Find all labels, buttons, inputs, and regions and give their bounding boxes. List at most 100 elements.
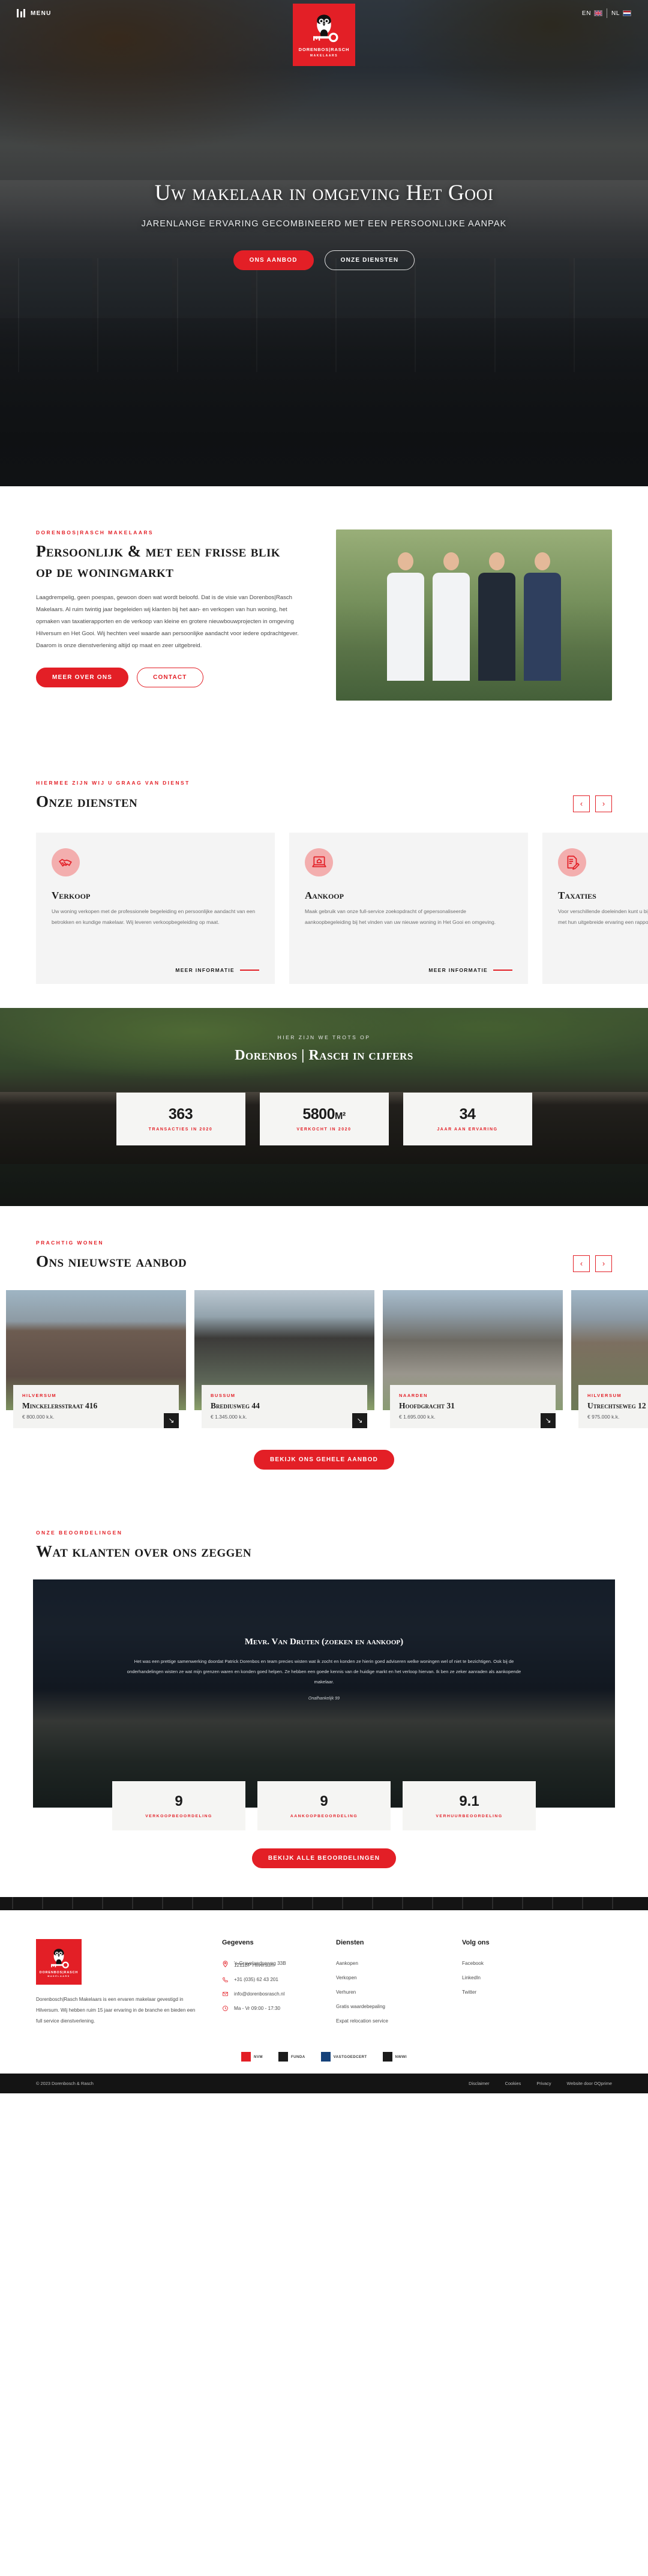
listings-cta-row: BEKIJK ONS GEHELE AANBOD	[0, 1449, 648, 1470]
reviews-cta-row: BEKIJK ALLE BEOORDELINGEN	[0, 1848, 648, 1897]
footer-social-link[interactable]: Facebook	[462, 1961, 552, 1966]
stat-value: 5800M²	[302, 1106, 346, 1123]
review-score-group: 9 VERKOOPBEOORDELING 9 AANKOOPBEOORDELIN…	[0, 1781, 648, 1831]
footer-contact-list: 's-Gravelandseweg 33B 1211BP Hilversum +…	[222, 1961, 312, 2011]
nwwi-logo-icon	[382, 2052, 392, 2062]
footer-social-link[interactable]: LinkedIn	[462, 1975, 552, 1980]
handshake-icon	[52, 848, 80, 876]
review-score-card: 9 VERKOOPBEOORDELING	[112, 1781, 245, 1831]
footer-service-link[interactable]: Verkopen	[336, 1975, 438, 1980]
cookies-link[interactable]: Cookies	[505, 2081, 521, 2086]
listings-header: PRACHTIG WONEN Ons nieuwste aanbod ‹ ›	[0, 1240, 648, 1272]
document-pen-icon	[558, 848, 586, 876]
badge-nvm: NVM	[241, 2051, 263, 2063]
review-score-value: 9	[175, 1793, 183, 1810]
privacy-link[interactable]: Privacy	[536, 2081, 551, 2086]
logo-name: DORENBOS|RASCH	[298, 47, 350, 52]
clock-icon	[222, 2006, 229, 2012]
review-score-label: VERKOOPBEOORDELING	[145, 1814, 212, 1819]
listing-arrow-icon[interactable]: ↘	[352, 1413, 367, 1428]
service-card[interactable]: Taxaties Voor verschillende doeleinden k…	[542, 832, 648, 984]
service-text: Voor verschillende doeleinden kunt u bij…	[558, 908, 648, 925]
footer-service-link[interactable]: Verhuren	[336, 1989, 438, 1995]
service-more-link[interactable]: MEER INFORMATIE	[428, 967, 512, 973]
listings-prev-button[interactable]: ‹	[573, 1255, 590, 1272]
listings-next-button[interactable]: ›	[595, 1255, 612, 1272]
services-header: HIERMEE ZIJN WIJ U GRAAG VAN DIENST Onze…	[0, 780, 648, 812]
listing-address: Brediusweg 44	[211, 1401, 260, 1410]
arrow-line-icon	[240, 970, 259, 971]
review-content: Mevr. Van Druten (zoeken en aankoop) Het…	[33, 1579, 615, 1701]
view-all-reviews-button[interactable]: BEKIJK ALLE BEOORDELINGEN	[251, 1848, 397, 1869]
homepage: MENU EN NL DORENBOS|RASCH MAKELAARS Uw m…	[0, 0, 648, 2094]
footer-service-link[interactable]: Expat relocation service	[336, 2018, 438, 2024]
service-title: Aankoop	[305, 889, 344, 901]
about-title: Persoonlijk & met een frisse blik op de …	[36, 542, 280, 581]
listing-arrow-icon[interactable]: ↘	[541, 1413, 556, 1428]
footer-hours-line: Ma - Vr 09:00 - 17:30	[222, 2006, 312, 2011]
stats-eyebrow: HIER ZIJN WE TROTS OP	[277, 1034, 371, 1040]
review-background: Mevr. Van Druten (zoeken en aankoop) Het…	[33, 1579, 615, 1808]
footer-services-list: Aankopen Verkopen Verhuren Gratis waarde…	[336, 1961, 438, 2024]
listing-arrow-icon[interactable]: ↘	[164, 1413, 179, 1428]
menu-button[interactable]: MENU	[17, 9, 52, 17]
services-prev-button[interactable]: ‹	[573, 795, 590, 812]
listing-card[interactable]: HILVERSUM Minckelersstraat 416 € 800.000…	[6, 1290, 186, 1428]
envelope-icon	[222, 1991, 229, 1997]
footer-service-link[interactable]: Aankopen	[336, 1961, 438, 1966]
listing-card[interactable]: HILVERSUM Utrechtseweg 12 € 975.000 k.k.…	[571, 1290, 648, 1428]
site-logo[interactable]: DORENBOS|RASCH MAKELAARS	[293, 4, 355, 66]
view-all-listings-button[interactable]: BEKIJK ONS GEHELE AANBOD	[253, 1449, 395, 1470]
service-more-label: MEER INFORMATIE	[175, 967, 235, 973]
listing-info: HILVERSUM Minckelersstraat 416 € 800.000…	[13, 1384, 179, 1428]
badge-label: NWWI	[395, 2054, 407, 2059]
about-button-group: MEER OVER ONS CONTACT	[36, 668, 300, 688]
footer-address-2: 1211BP Hilversum	[234, 1962, 275, 1968]
team-member	[478, 552, 515, 701]
listing-price: € 800.000 k.k.	[22, 1413, 55, 1420]
listing-city: HILVERSUM	[22, 1392, 57, 1398]
uk-flag-icon	[594, 10, 603, 16]
listings-title: Ons nieuwste aanbod	[36, 1252, 187, 1270]
footer-social-link[interactable]: Twitter	[462, 1989, 552, 1995]
disclaimer-link[interactable]: Disclaimer	[469, 2081, 490, 2086]
footer-phone-line[interactable]: +31 (035) 62 43 201	[222, 1977, 312, 1983]
footer: DORENBOS|RASCH MAKELAARS Dorenbosch|Rasc…	[0, 1910, 648, 2043]
service-card[interactable]: Verkoop Uw woning verkopen met de profes…	[36, 832, 275, 984]
about-more-button[interactable]: MEER OVER ONS	[36, 668, 129, 688]
team-member	[433, 552, 470, 701]
stat-card: 5800M² VERKOCHT IN 2020	[259, 1092, 389, 1145]
hero-services-button[interactable]: ONZE DIENSTEN	[324, 250, 415, 270]
reviews-section: ONZE BEOORDELINGEN Wat klanten over ons …	[0, 1498, 648, 1898]
listings-carousel: HILVERSUM Minckelersstraat 416 € 800.000…	[0, 1290, 648, 1428]
listing-address: Hoofdgracht 31	[399, 1401, 455, 1410]
hamburger-icon	[17, 9, 25, 17]
footer-logo-tagline: MAKELAARS	[47, 1974, 70, 1977]
hero-content: Uw makelaar in omgeving Het Gooi JARENLA…	[0, 180, 648, 270]
reviews-title: Wat klanten over ons zeggen	[36, 1542, 252, 1560]
footer-phone: +31 (035) 62 43 201	[234, 1977, 278, 1983]
services-section: HIERMEE ZIJN WIJ U GRAAG VAN DIENST Onze…	[0, 747, 648, 1008]
footer-email-line[interactable]: info@dorenbosrasch.nl	[222, 1991, 312, 1997]
listing-address: Minckelersstraat 416	[22, 1401, 98, 1410]
hero-offer-button[interactable]: ONS AANBOD	[233, 250, 314, 270]
services-next-button[interactable]: ›	[595, 795, 612, 812]
copyright-text: © 2023 Dorenbosch & Rasch	[36, 2081, 94, 2087]
service-card[interactable]: Aankoop Maak gebruik van onze full-servi…	[289, 832, 528, 984]
language-option-en[interactable]: EN	[582, 10, 603, 17]
review-score-value: 9	[320, 1793, 328, 1810]
about-contact-button[interactable]: CONTACT	[137, 668, 203, 688]
listing-info: NAARDEN Hoofdgracht 31 € 1.695.000 k.k. …	[390, 1384, 556, 1428]
footer-service-link[interactable]: Gratis waardebepaling	[336, 2004, 438, 2009]
services-carousel-controls: ‹ ›	[573, 795, 612, 812]
footer-logo[interactable]: DORENBOS|RASCH MAKELAARS	[36, 1939, 82, 1985]
service-more-link[interactable]: MEER INFORMATIE	[175, 967, 259, 973]
listing-card[interactable]: BUSSUM Brediusweg 44 € 1.345.000 k.k. ↘	[194, 1290, 374, 1428]
language-option-nl[interactable]: NL	[611, 10, 631, 17]
listing-card[interactable]: NAARDEN Hoofdgracht 31 € 1.695.000 k.k. …	[383, 1290, 563, 1428]
badge-nwwi: NWWI	[382, 2051, 407, 2063]
menu-label: MENU	[31, 10, 52, 17]
review-source: Onafhankelijk 99	[308, 1697, 340, 1701]
website-credit-link[interactable]: Website door OQprime	[567, 2081, 612, 2086]
lang-nl-label: NL	[611, 10, 620, 17]
